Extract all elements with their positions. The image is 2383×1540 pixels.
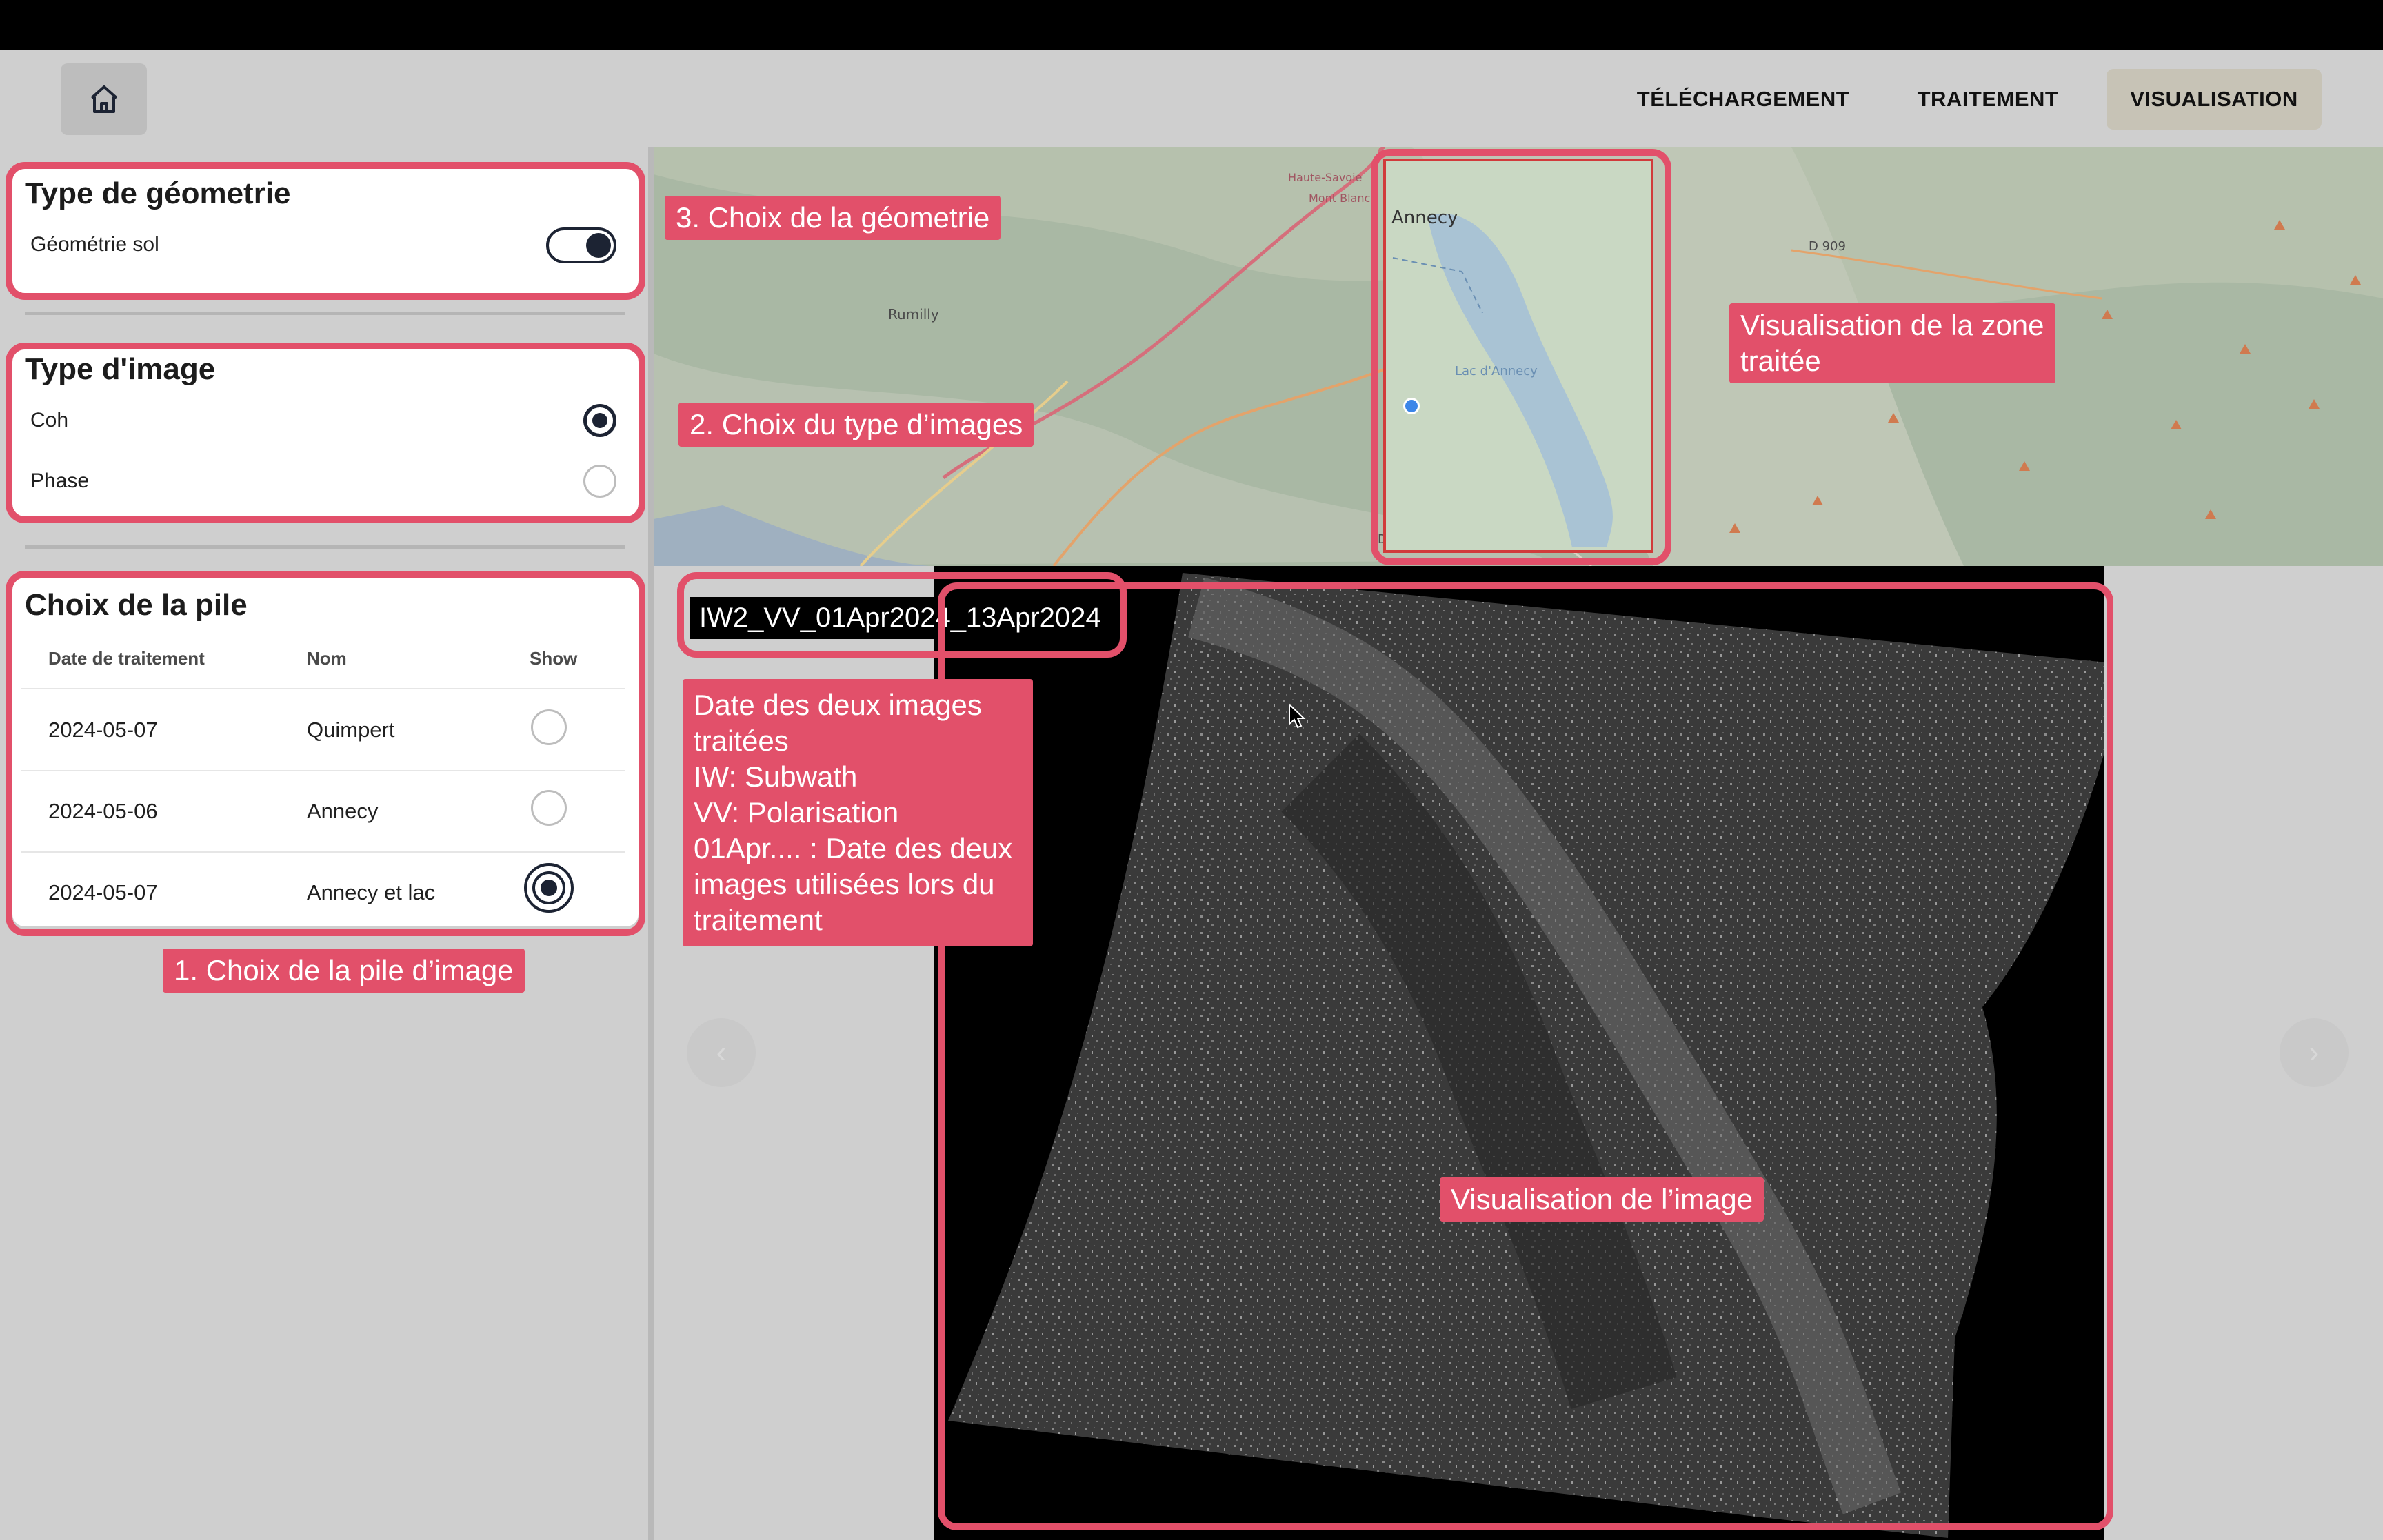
separator xyxy=(25,545,625,549)
annotation-dates: Date des deux images traitées IW: Subwat… xyxy=(683,679,1033,946)
option-coh-radio[interactable] xyxy=(583,404,616,437)
annotation-dates-line7: traitement xyxy=(694,904,823,936)
row-1-name: Quimpert xyxy=(307,718,395,742)
option-coh-label: Coh xyxy=(30,409,69,432)
home-icon xyxy=(90,85,117,113)
svg-text:Rumilly: Rumilly xyxy=(888,306,939,323)
mouse-cursor-icon xyxy=(1289,703,1306,729)
chevron-left-icon: ‹ xyxy=(716,1035,727,1069)
annotation-zone-line2: traitée xyxy=(1740,345,1821,377)
annotation-stack: 1. Choix de la pile d’image xyxy=(163,949,525,993)
annotation-geometry: 3. Choix de la géometrie xyxy=(665,196,1001,240)
svg-text:D 909: D 909 xyxy=(1809,239,1846,254)
annotation-dates-line1: Date des deux images xyxy=(694,689,982,721)
svg-text:Haute-Savoie: Haute-Savoie xyxy=(1288,171,1362,184)
next-image-button[interactable]: › xyxy=(2280,1018,2349,1087)
annotation-image: Visualisation de l’image xyxy=(1440,1177,1764,1222)
annotation-zone: Visualisation de la zone traitée xyxy=(1729,303,2055,383)
annotation-dates-line3: IW: Subwath xyxy=(694,760,858,793)
row-2-name: Annecy xyxy=(307,799,379,823)
chevron-right-icon: › xyxy=(2309,1035,2320,1069)
top-black-bar xyxy=(0,0,2383,50)
row-3-show-radio[interactable] xyxy=(524,863,574,913)
row-2-show-radio[interactable] xyxy=(531,790,567,826)
column-header-name: Nom xyxy=(307,648,347,669)
image-highlight xyxy=(938,582,2113,1530)
row-divider xyxy=(21,770,625,771)
separator xyxy=(25,312,625,315)
row-3-name: Annecy et lac xyxy=(307,880,436,904)
nav-telechargement[interactable]: TÉLÉCHARGEMENT xyxy=(1627,69,1859,130)
ground-geometry-label: Géométrie sol xyxy=(30,233,159,256)
row-3-date: 2024-05-07 xyxy=(48,880,158,904)
row-divider xyxy=(21,688,625,689)
sidebar-divider xyxy=(648,147,654,1540)
annotation-dates-line5: 01Apr.... : Date des deux xyxy=(694,832,1013,864)
annotation-dates-line2: traitées xyxy=(694,725,789,757)
annotation-type: 2. Choix du type d’images xyxy=(678,403,1034,447)
column-header-show: Show xyxy=(530,648,578,669)
svg-text:Mont Blanc: Mont Blanc xyxy=(1309,192,1370,205)
nav-visualisation[interactable]: VISUALISATION xyxy=(2107,69,2322,130)
row-1-show-radio[interactable] xyxy=(531,709,567,745)
zone-highlight xyxy=(1371,149,1671,565)
image-type-title: Type d'image xyxy=(25,352,216,386)
ground-geometry-toggle[interactable] xyxy=(546,227,616,263)
option-phase-label: Phase xyxy=(30,469,90,492)
row-2-date: 2024-05-06 xyxy=(48,799,158,823)
option-phase-radio[interactable] xyxy=(583,465,616,498)
row-1-date: 2024-05-07 xyxy=(48,718,158,742)
annotation-dates-line6: images utilisées lors du xyxy=(694,868,995,900)
row-divider xyxy=(21,851,625,853)
nav-traitement[interactable]: TRAITEMENT xyxy=(1903,69,2073,130)
geometry-title: Type de géometrie xyxy=(25,176,291,210)
annotation-dates-line4: VV: Polarisation xyxy=(694,796,899,829)
stack-title: Choix de la pile xyxy=(25,588,248,622)
prev-image-button[interactable]: ‹ xyxy=(687,1018,756,1087)
home-button[interactable] xyxy=(61,63,147,135)
column-header-date: Date de traitement xyxy=(48,648,205,669)
annotation-zone-line1: Visualisation de la zone xyxy=(1740,309,2044,341)
